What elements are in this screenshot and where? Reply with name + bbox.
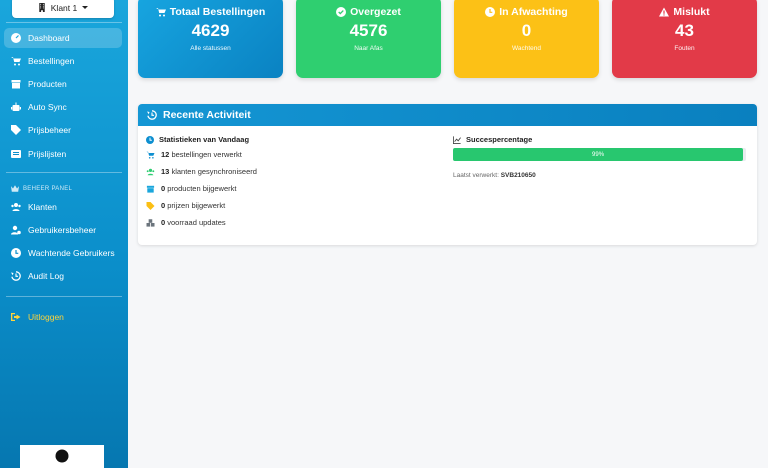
stat-row-prices: 0 prijzen bijgewerkt bbox=[146, 201, 225, 210]
client-selector-button[interactable]: Klant 1 bbox=[12, 0, 114, 18]
box-icon bbox=[11, 79, 21, 89]
card-subtitle: Alle statussen bbox=[190, 45, 231, 52]
tag-icon bbox=[146, 201, 155, 210]
success-progress-fill: 99% bbox=[453, 148, 744, 161]
dashboard-icon bbox=[11, 33, 21, 43]
sidebar-item-gebruikersbeheer[interactable]: Gebruikersbeheer bbox=[4, 220, 122, 240]
logout-button[interactable]: Uitloggen bbox=[4, 307, 122, 327]
sidebar-item-dashboard[interactable]: Dashboard bbox=[4, 28, 122, 48]
stats-heading: Statistieken van Vandaag bbox=[146, 135, 249, 144]
client-label: Klant 1 bbox=[50, 2, 78, 13]
sidebar-item-klanten[interactable]: Klanten bbox=[4, 197, 122, 217]
cart-icon bbox=[155, 8, 166, 17]
warning-icon bbox=[659, 7, 670, 17]
stat-row-products: 0 producten bijgewerkt bbox=[146, 184, 236, 193]
users-icon bbox=[11, 202, 21, 212]
stat-text: bestellingen verwerkt bbox=[171, 150, 242, 159]
stat-row-stock: 0 voorraad updates bbox=[146, 218, 226, 227]
clock-icon bbox=[485, 7, 496, 17]
stat-count: 0 bbox=[161, 201, 166, 210]
sidebar-item-prijsbeheer[interactable]: Prijsbeheer bbox=[4, 120, 122, 140]
sidebar-item-auto-sync[interactable]: Auto Sync bbox=[4, 97, 122, 117]
sidebar-item-audit-log[interactable]: Audit Log bbox=[4, 266, 122, 286]
card-title: In Afwachting bbox=[499, 6, 568, 18]
stat-count: 12 bbox=[161, 150, 170, 159]
chevron-down-icon bbox=[82, 6, 89, 9]
boxes-icon bbox=[146, 218, 155, 227]
stat-row-customers: 13 klanten gesynchroniseerd bbox=[146, 167, 257, 176]
check-circle-icon bbox=[336, 7, 347, 17]
admin-section-label: BEHEER PANEL bbox=[11, 185, 72, 192]
sidebar-item-prijslijsten[interactable]: Prijslijsten bbox=[4, 144, 122, 164]
panel-header: Recente Activiteit bbox=[138, 104, 757, 126]
stat-row-orders: 12 bestellingen verwerkt bbox=[146, 150, 242, 159]
box-icon bbox=[146, 185, 155, 193]
logout-label: Uitloggen bbox=[28, 312, 64, 322]
stat-count: 13 bbox=[161, 167, 170, 176]
recent-activity-panel: Recente Activiteit Statistieken van Vand… bbox=[138, 104, 757, 245]
card-subtitle: Fouten bbox=[674, 45, 695, 52]
card-title: Overgezet bbox=[350, 6, 401, 18]
sidebar-item-producten[interactable]: Producten bbox=[4, 74, 122, 94]
card-value: 4576 bbox=[349, 21, 388, 40]
sidebar-item-label: Klanten bbox=[28, 202, 57, 212]
sidebar-item-label: Bestellingen bbox=[28, 56, 75, 66]
success-percent-label: 99% bbox=[592, 151, 605, 158]
clock-icon bbox=[11, 248, 21, 258]
sidebar-item-label: Producten bbox=[28, 79, 67, 89]
stat-card-total-orders: Totaal Bestellingen 4629 Alle statussen bbox=[138, 0, 283, 78]
success-progress-bar: 99% bbox=[453, 148, 746, 161]
divider bbox=[6, 22, 122, 23]
stat-card-failed: Mislukt 43 Fouten bbox=[612, 0, 757, 78]
user-gear-icon bbox=[11, 225, 21, 235]
chart-line-icon bbox=[453, 135, 461, 144]
card-value: 0 bbox=[521, 21, 532, 40]
sidebar-item-label: Dashboard bbox=[28, 33, 70, 43]
stat-text: voorraad updates bbox=[167, 218, 226, 227]
card-title: Mislukt bbox=[673, 6, 710, 18]
stat-text: prijzen bijgewerkt bbox=[167, 201, 226, 210]
stat-count: 0 bbox=[161, 218, 166, 227]
card-value: 43 bbox=[675, 21, 694, 40]
panel-title: Recente Activiteit bbox=[163, 109, 251, 121]
divider bbox=[6, 296, 122, 297]
stat-card-pending: In Afwachting 0 Wachtend bbox=[454, 0, 599, 78]
robot-icon bbox=[11, 102, 21, 112]
card-value: 4629 bbox=[191, 21, 230, 40]
divider bbox=[6, 172, 122, 173]
last-processed: Laatst verwerkt: SVB210650 bbox=[453, 172, 536, 179]
crown-icon bbox=[11, 185, 19, 192]
stat-count: 0 bbox=[161, 184, 166, 193]
last-processed-value: SVB210650 bbox=[500, 172, 536, 179]
stat-card-transferred: Overgezet 4576 Naar Afas bbox=[296, 0, 441, 78]
logout-icon bbox=[11, 312, 21, 322]
sidebar-item-label: Wachtende Gebruikers bbox=[28, 248, 115, 258]
success-heading: Succespercentage bbox=[453, 135, 532, 144]
sidebar-item-label: Audit Log bbox=[28, 271, 64, 281]
tag-icon bbox=[11, 125, 21, 135]
sidebar: Klant 1 Dashboard Bestellingen Producten… bbox=[0, 0, 128, 468]
users-icon bbox=[146, 168, 155, 175]
cart-icon bbox=[11, 56, 21, 66]
building-icon bbox=[39, 3, 45, 12]
sidebar-item-label: Gebruikersbeheer bbox=[28, 225, 97, 235]
sidebar-item-label: Prijsbeheer bbox=[28, 125, 71, 135]
list-icon bbox=[11, 149, 21, 159]
sidebar-item-bestellingen[interactable]: Bestellingen bbox=[4, 51, 122, 71]
card-subtitle: Naar Afas bbox=[354, 45, 383, 52]
card-title: Totaal Bestellingen bbox=[169, 6, 266, 18]
sidebar-item-label: Auto Sync bbox=[28, 102, 67, 112]
sidebar-item-label: Prijslijsten bbox=[28, 149, 67, 159]
history-icon bbox=[147, 110, 157, 120]
history-icon bbox=[11, 271, 21, 281]
stat-text: producten bijgewerkt bbox=[167, 184, 237, 193]
sidebar-item-wachtende-gebruikers[interactable]: Wachtende Gebruikers bbox=[4, 243, 122, 263]
last-processed-label: Laatst verwerkt: bbox=[453, 172, 499, 179]
card-subtitle: Wachtend bbox=[511, 45, 542, 52]
stat-text: klanten gesynchroniseerd bbox=[171, 167, 257, 176]
user-icon bbox=[55, 449, 69, 463]
cart-icon bbox=[146, 151, 155, 159]
clock-icon bbox=[146, 135, 154, 144]
avatar bbox=[20, 445, 104, 468]
